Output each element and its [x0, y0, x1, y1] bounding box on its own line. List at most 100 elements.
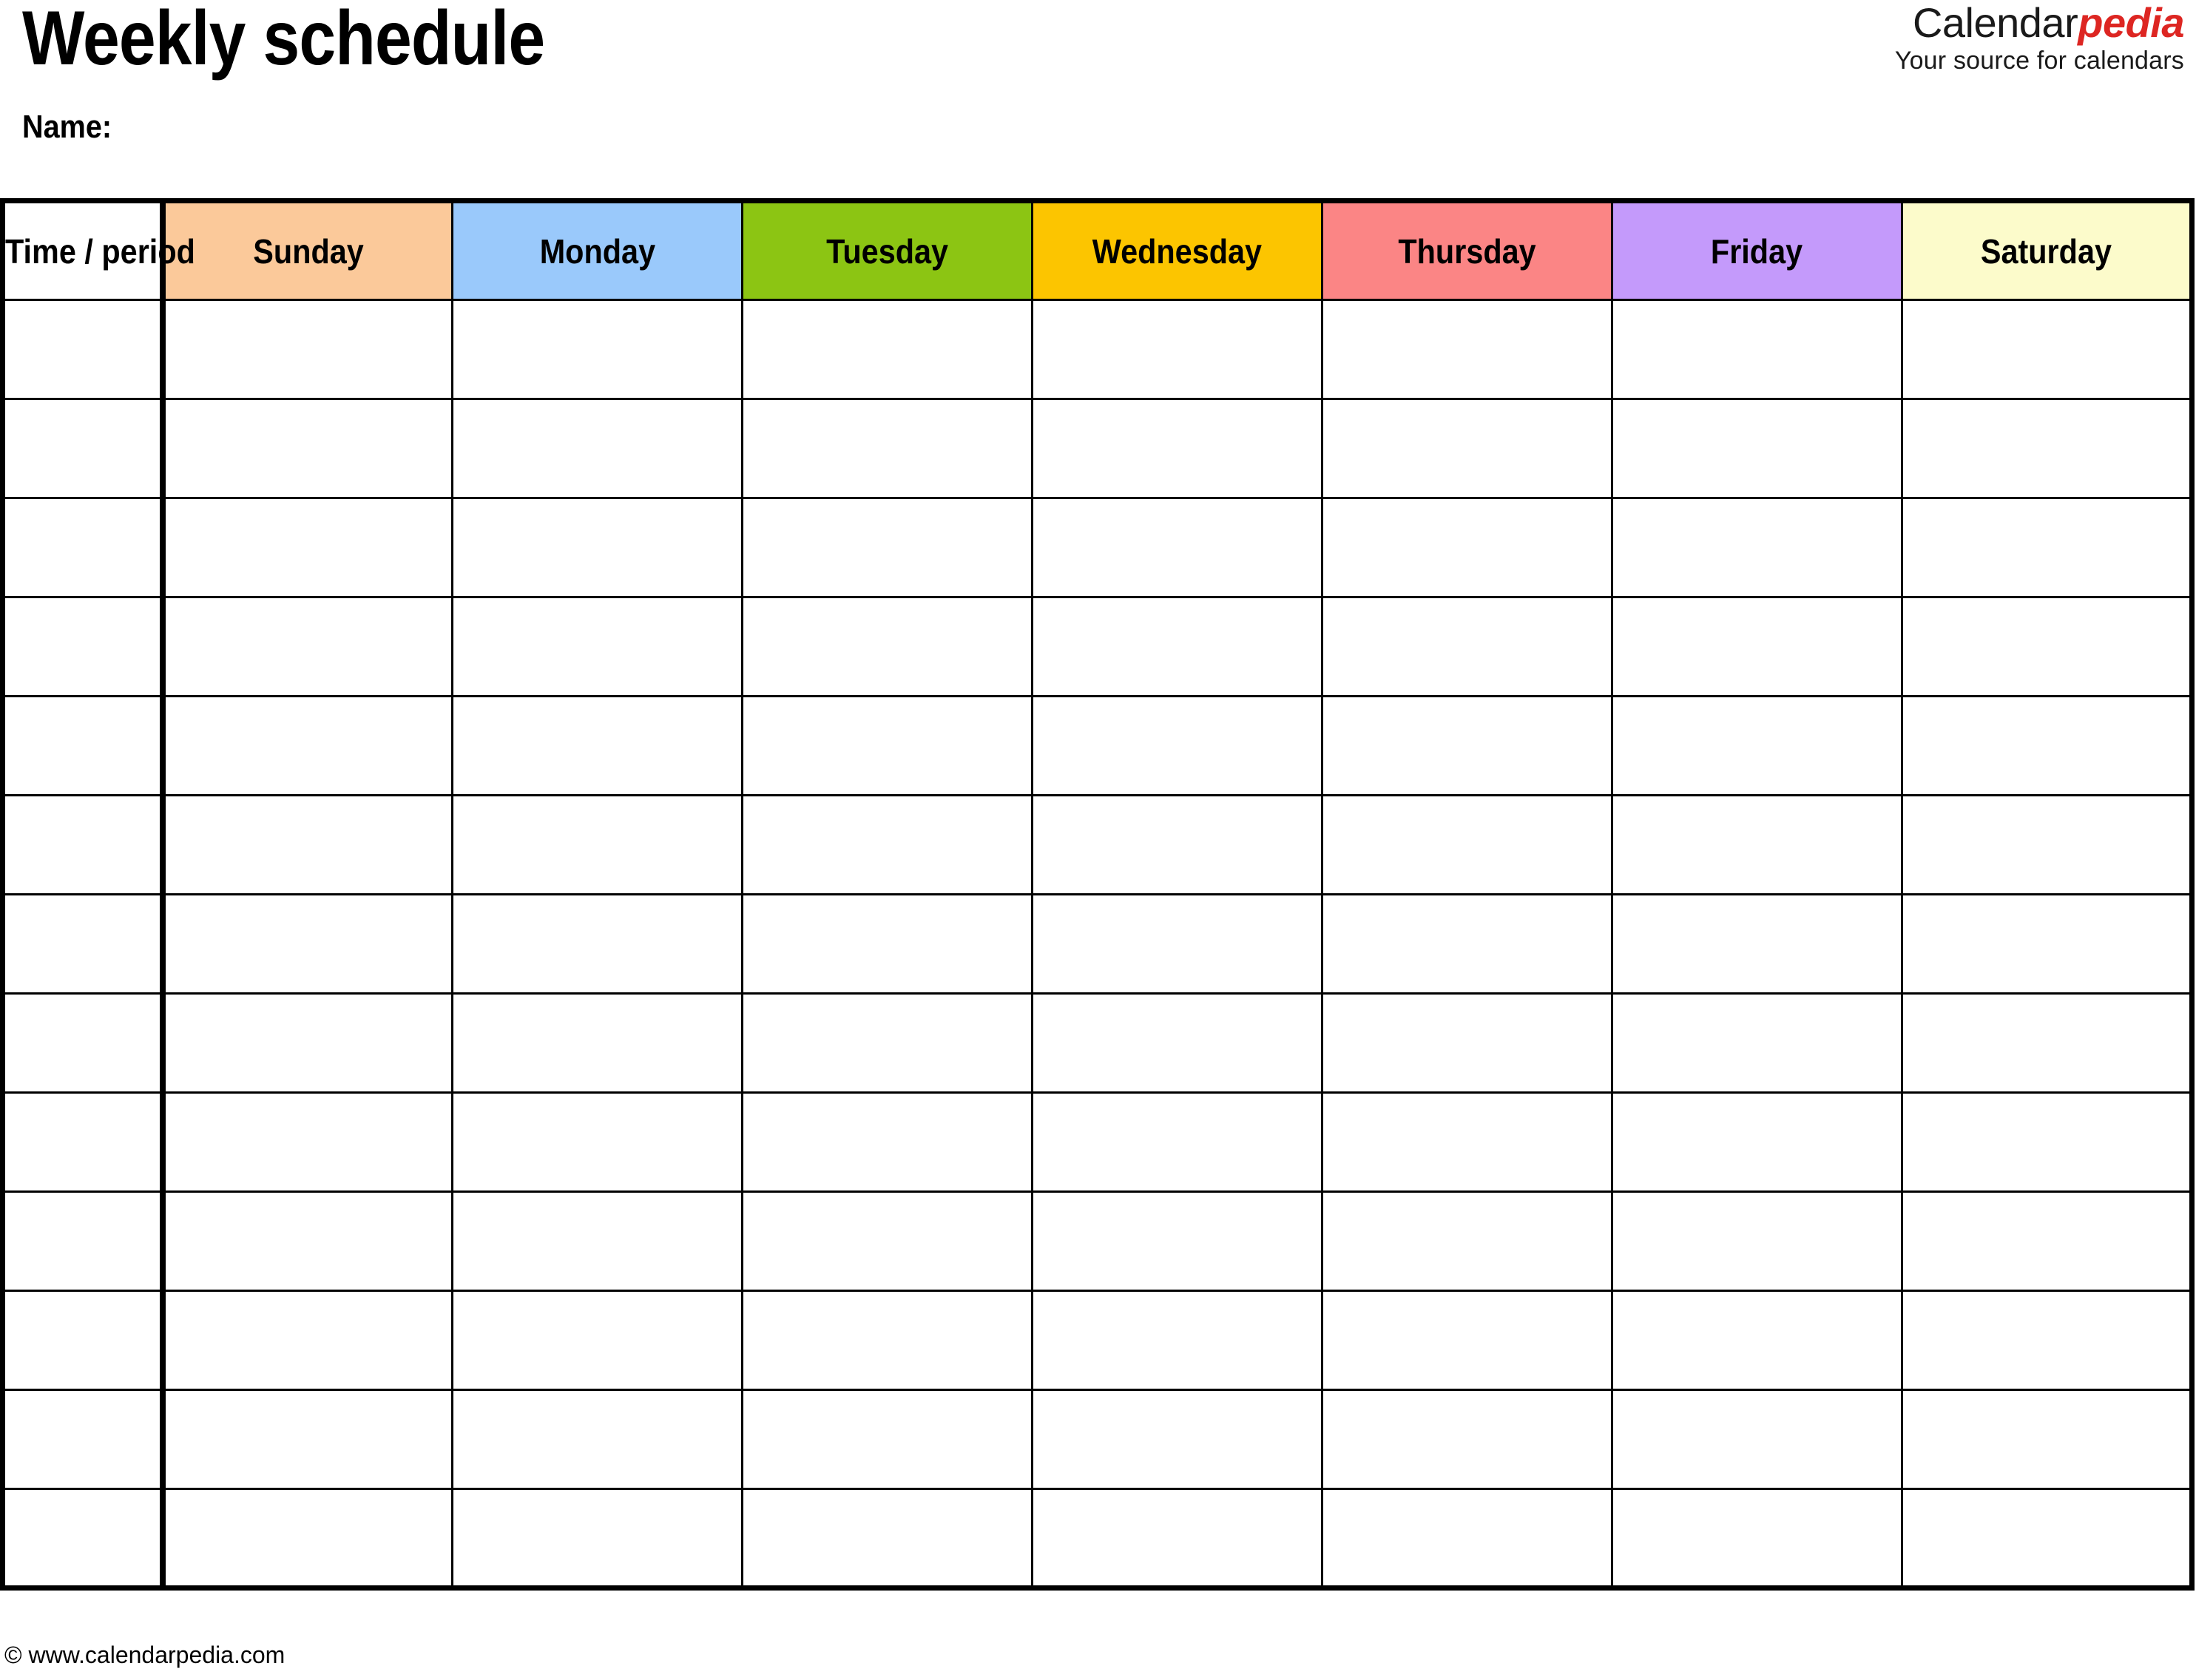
schedule-cell-wednesday[interactable]	[1031, 497, 1323, 598]
schedule-cell-saturday[interactable]	[1901, 794, 2193, 895]
schedule-cell-sunday[interactable]	[161, 1091, 453, 1193]
schedule-cell-wednesday[interactable]	[1031, 695, 1323, 796]
time-period-cell[interactable]	[1, 1190, 166, 1292]
schedule-cell-sunday[interactable]	[161, 299, 453, 400]
schedule-cell-thursday[interactable]	[1321, 1488, 1613, 1589]
schedule-cell-monday[interactable]	[451, 299, 743, 400]
schedule-cell-monday[interactable]	[451, 1389, 743, 1490]
schedule-cell-saturday[interactable]	[1901, 1389, 2193, 1490]
schedule-cell-friday[interactable]	[1611, 1389, 1903, 1490]
schedule-cell-friday[interactable]	[1611, 1290, 1903, 1391]
schedule-cell-tuesday[interactable]	[741, 893, 1033, 995]
schedule-cell-friday[interactable]	[1611, 893, 1903, 995]
time-period-cell[interactable]	[1, 1389, 166, 1490]
schedule-cell-thursday[interactable]	[1321, 794, 1613, 895]
schedule-cell-thursday[interactable]	[1321, 299, 1613, 400]
schedule-cell-friday[interactable]	[1611, 992, 1903, 1094]
schedule-cell-tuesday[interactable]	[741, 596, 1033, 697]
schedule-cell-friday[interactable]	[1611, 596, 1903, 697]
schedule-cell-wednesday[interactable]	[1031, 1091, 1323, 1193]
time-period-cell[interactable]	[1, 794, 166, 895]
schedule-cell-thursday[interactable]	[1321, 1290, 1613, 1391]
schedule-cell-friday[interactable]	[1611, 299, 1903, 400]
schedule-cell-wednesday[interactable]	[1031, 398, 1323, 499]
schedule-cell-thursday[interactable]	[1321, 497, 1613, 598]
schedule-cell-thursday[interactable]	[1321, 893, 1613, 995]
schedule-cell-friday[interactable]	[1611, 1488, 1903, 1589]
schedule-cell-saturday[interactable]	[1901, 398, 2193, 499]
schedule-cell-tuesday[interactable]	[741, 1190, 1033, 1292]
time-period-cell[interactable]	[1, 1290, 166, 1391]
schedule-cell-monday[interactable]	[451, 596, 743, 697]
schedule-cell-saturday[interactable]	[1901, 1190, 2193, 1292]
time-period-cell[interactable]	[1, 299, 166, 400]
schedule-cell-saturday[interactable]	[1901, 596, 2193, 697]
schedule-cell-monday[interactable]	[451, 1290, 743, 1391]
schedule-cell-monday[interactable]	[451, 1091, 743, 1193]
time-period-cell[interactable]	[1, 992, 166, 1094]
schedule-cell-tuesday[interactable]	[741, 497, 1033, 598]
schedule-cell-monday[interactable]	[451, 794, 743, 895]
schedule-cell-thursday[interactable]	[1321, 596, 1613, 697]
schedule-cell-saturday[interactable]	[1901, 992, 2193, 1094]
schedule-cell-tuesday[interactable]	[741, 398, 1033, 499]
schedule-cell-tuesday[interactable]	[741, 695, 1033, 796]
schedule-cell-friday[interactable]	[1611, 794, 1903, 895]
schedule-cell-friday[interactable]	[1611, 1091, 1903, 1193]
schedule-cell-wednesday[interactable]	[1031, 794, 1323, 895]
schedule-cell-monday[interactable]	[451, 1190, 743, 1292]
schedule-cell-tuesday[interactable]	[741, 794, 1033, 895]
schedule-cell-sunday[interactable]	[161, 992, 453, 1094]
schedule-cell-monday[interactable]	[451, 893, 743, 995]
time-period-cell[interactable]	[1, 1091, 166, 1193]
schedule-cell-monday[interactable]	[451, 398, 743, 499]
schedule-cell-tuesday[interactable]	[741, 992, 1033, 1094]
time-period-cell[interactable]	[1, 398, 166, 499]
time-period-cell[interactable]	[1, 1488, 166, 1589]
schedule-cell-sunday[interactable]	[161, 794, 453, 895]
schedule-cell-thursday[interactable]	[1321, 398, 1613, 499]
schedule-cell-monday[interactable]	[451, 1488, 743, 1589]
schedule-cell-sunday[interactable]	[161, 1488, 453, 1589]
schedule-cell-wednesday[interactable]	[1031, 299, 1323, 400]
schedule-cell-wednesday[interactable]	[1031, 893, 1323, 995]
schedule-cell-sunday[interactable]	[161, 497, 453, 598]
schedule-cell-saturday[interactable]	[1901, 1290, 2193, 1391]
schedule-cell-saturday[interactable]	[1901, 299, 2193, 400]
schedule-cell-wednesday[interactable]	[1031, 596, 1323, 697]
schedule-cell-thursday[interactable]	[1321, 1091, 1613, 1193]
schedule-cell-tuesday[interactable]	[741, 299, 1033, 400]
time-period-cell[interactable]	[1, 596, 166, 697]
schedule-cell-friday[interactable]	[1611, 1190, 1903, 1292]
schedule-cell-thursday[interactable]	[1321, 992, 1613, 1094]
schedule-cell-saturday[interactable]	[1901, 497, 2193, 598]
schedule-cell-sunday[interactable]	[161, 1389, 453, 1490]
schedule-cell-wednesday[interactable]	[1031, 992, 1323, 1094]
schedule-cell-sunday[interactable]	[161, 1190, 453, 1292]
schedule-cell-thursday[interactable]	[1321, 695, 1613, 796]
time-period-cell[interactable]	[1, 497, 166, 598]
schedule-cell-wednesday[interactable]	[1031, 1190, 1323, 1292]
schedule-cell-saturday[interactable]	[1901, 695, 2193, 796]
schedule-cell-wednesday[interactable]	[1031, 1389, 1323, 1490]
schedule-cell-thursday[interactable]	[1321, 1190, 1613, 1292]
schedule-cell-wednesday[interactable]	[1031, 1290, 1323, 1391]
schedule-cell-friday[interactable]	[1611, 695, 1903, 796]
schedule-cell-tuesday[interactable]	[741, 1091, 1033, 1193]
schedule-cell-monday[interactable]	[451, 992, 743, 1094]
time-period-cell[interactable]	[1, 695, 166, 796]
schedule-cell-tuesday[interactable]	[741, 1290, 1033, 1391]
schedule-cell-monday[interactable]	[451, 695, 743, 796]
schedule-cell-sunday[interactable]	[161, 398, 453, 499]
schedule-cell-tuesday[interactable]	[741, 1488, 1033, 1589]
schedule-cell-saturday[interactable]	[1901, 1091, 2193, 1193]
schedule-cell-sunday[interactable]	[161, 596, 453, 697]
schedule-cell-saturday[interactable]	[1901, 1488, 2193, 1589]
schedule-cell-wednesday[interactable]	[1031, 1488, 1323, 1589]
schedule-cell-friday[interactable]	[1611, 497, 1903, 598]
schedule-cell-sunday[interactable]	[161, 695, 453, 796]
schedule-cell-tuesday[interactable]	[741, 1389, 1033, 1490]
time-period-cell[interactable]	[1, 893, 166, 995]
schedule-cell-sunday[interactable]	[161, 893, 453, 995]
schedule-cell-friday[interactable]	[1611, 398, 1903, 499]
